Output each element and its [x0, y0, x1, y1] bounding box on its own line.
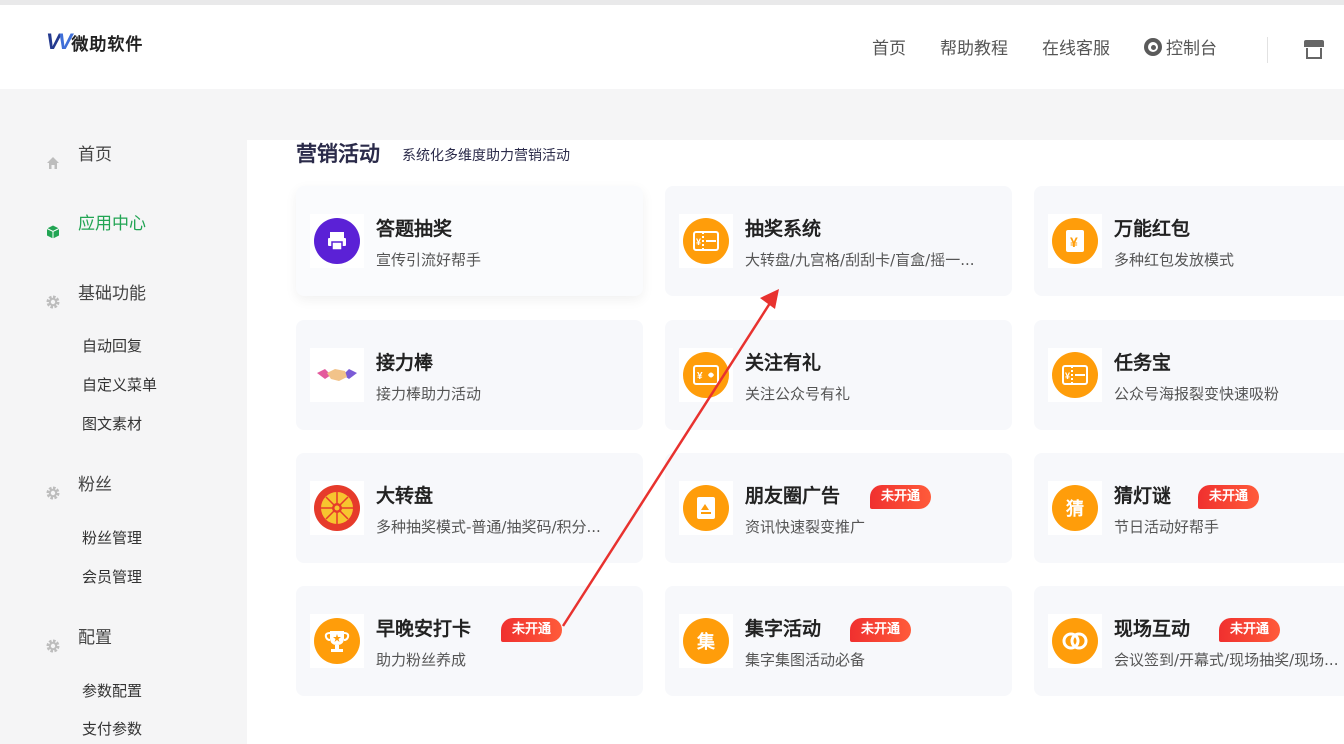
ticket-icon: ¥: [683, 218, 729, 264]
nav-console[interactable]: 控制台: [1144, 34, 1217, 59]
svg-text:¥: ¥: [1070, 234, 1078, 250]
sidebar-basic-label: 基础功能: [78, 283, 146, 304]
app-name: 集字活动: [745, 618, 822, 640]
app-desc: 集字集图活动必备: [745, 651, 866, 669]
store-icon[interactable]: [1304, 40, 1324, 59]
nav-console-label: 控制台: [1166, 39, 1217, 59]
sidebar-item-member-manage[interactable]: 会员管理: [82, 566, 142, 587]
nav-help[interactable]: 帮助教程: [940, 34, 1008, 59]
gift-card-icon: ¥: [683, 352, 729, 398]
app-desc: 多种红包发放模式: [1114, 251, 1235, 269]
app-card-collect-words[interactable]: 集 集字活动 集字集图活动必备 未开通: [665, 586, 1012, 696]
app-desc: 节日活动好帮手: [1114, 518, 1220, 536]
app-desc: 宣传引流好帮手: [376, 251, 482, 269]
app-name: 大转盘: [376, 485, 434, 507]
dashboard-icon: [1144, 37, 1162, 56]
sidebar-item-custom-menu[interactable]: 自定义菜单: [82, 374, 157, 395]
app-name: 任务宝: [1114, 352, 1172, 374]
app-name: 猜灯谜: [1114, 485, 1172, 507]
app-name: 早晚安打卡: [376, 618, 472, 640]
section-title: 营销活动: [296, 142, 380, 166]
status-badge: 未开通: [1219, 618, 1281, 642]
app-desc: 接力棒助力活动: [376, 385, 482, 403]
svg-text:¥: ¥: [1065, 371, 1070, 381]
top-nav: 首页 帮助教程 在线客服 控制台: [872, 34, 1217, 59]
app-card-checkin[interactable]: 早晚安打卡 助力粉丝养成 未开通: [296, 586, 643, 696]
collect-glyph: 集: [697, 632, 715, 653]
sidebar-app-center-label: 应用中心: [78, 213, 146, 234]
app-desc: 大转盘/九宫格/刮刮卡/盲盒/摇一...: [745, 251, 975, 269]
sidebar-item-payment[interactable]: 支付参数: [82, 718, 142, 739]
app-card-red-packet[interactable]: ¥ 万能红包 多种红包发放模式: [1034, 186, 1344, 296]
nav-divider: [1267, 37, 1268, 63]
app-name: 关注有礼: [745, 352, 822, 374]
wheel-icon: [314, 485, 360, 531]
handshake-icon: [314, 352, 360, 398]
sidebar-fans-label: 粉丝: [78, 474, 112, 495]
app-card-follow-gift[interactable]: ¥ 关注有礼 关注公众号有礼: [665, 320, 1012, 430]
app-card-riddle[interactable]: 猜 猜灯谜 节日活动好帮手 未开通: [1034, 453, 1344, 563]
app-desc: 公众号海报裂变快速吸粉: [1114, 385, 1280, 403]
red-packet-icon: ¥: [1052, 218, 1098, 264]
main-content: 营销活动 系统化多维度助力营销活动 答题抽奖 宣传引流好帮手 ¥ 抽奖系统 大转…: [247, 140, 1344, 744]
app-card-task-treasure[interactable]: ¥ 任务宝 公众号海报裂变快速吸粉: [1034, 320, 1344, 430]
app-name: 朋友圈广告: [745, 485, 841, 507]
app-desc: 会议签到/开幕式/现场抽奖/现场...: [1114, 651, 1339, 669]
sidebar-config-label: 配置: [78, 627, 112, 648]
sidebar-item-params[interactable]: 参数配置: [82, 680, 142, 701]
app-name: 接力棒: [376, 352, 434, 374]
sidebar-item-media[interactable]: 图文素材: [82, 413, 142, 434]
logo[interactable]: VV 微助软件: [46, 29, 143, 55]
app-name: 现场互动: [1114, 618, 1191, 640]
status-badge: 未开通: [501, 618, 563, 642]
gear-icon: [46, 639, 60, 653]
app-desc: 助力粉丝养成: [376, 651, 467, 669]
trophy-icon: [314, 618, 360, 664]
svg-text:¥: ¥: [696, 237, 701, 247]
sidebar: 首页 应用中心 基础功能 自动回复 自定义菜单 图文素材 粉丝 粉丝管理 会员管…: [0, 140, 247, 744]
gear-icon: [46, 486, 60, 500]
app-card-moments-ad[interactable]: 朋友圈广告 资讯快速裂变推广 未开通: [665, 453, 1012, 563]
gear-icon: [46, 295, 60, 309]
status-badge: 未开通: [850, 618, 912, 642]
nav-home[interactable]: 首页: [872, 34, 906, 59]
app-card-quiz-lottery[interactable]: 答题抽奖 宣传引流好帮手: [296, 186, 643, 296]
riddle-icon: 猜: [1052, 485, 1098, 531]
logo-text: 微助软件: [71, 34, 144, 55]
app-name: 答题抽奖: [376, 218, 453, 240]
section-subtitle: 系统化多维度助力营销活动: [402, 148, 570, 164]
printer-icon: [314, 218, 360, 264]
app-desc: 多种抽奖模式-普通/抽奖码/积分...: [376, 518, 601, 536]
svg-text:¥: ¥: [697, 371, 703, 382]
link-icon: [1052, 618, 1098, 664]
app-name: 万能红包: [1114, 218, 1191, 240]
ticket-icon: ¥: [1052, 352, 1098, 398]
app-desc: 资讯快速裂变推广: [745, 518, 866, 536]
sidebar-item-fans-manage[interactable]: 粉丝管理: [82, 527, 142, 548]
poster-icon: [683, 485, 729, 531]
collect-icon: 集: [683, 618, 729, 664]
app-card-live-interact[interactable]: 现场互动 会议签到/开幕式/现场抽奖/现场... 未开通: [1034, 586, 1344, 696]
home-icon: [47, 157, 59, 169]
sidebar-item-auto-reply[interactable]: 自动回复: [82, 335, 142, 356]
cube-icon: [46, 225, 60, 239]
status-badge: 未开通: [1198, 485, 1260, 509]
app-card-wheel[interactable]: 大转盘 多种抽奖模式-普通/抽奖码/积分...: [296, 453, 643, 563]
app-card-relay[interactable]: 接力棒 接力棒助力活动: [296, 320, 643, 430]
logo-mark-icon: VV: [46, 29, 72, 54]
status-badge: 未开通: [870, 485, 932, 509]
app-card-lottery-system[interactable]: ¥ 抽奖系统 大转盘/九宫格/刮刮卡/盲盒/摇一...: [665, 186, 1012, 296]
app-desc: 关注公众号有礼: [745, 385, 851, 403]
sidebar-home-label: 首页: [78, 144, 112, 165]
riddle-glyph: 猜: [1066, 499, 1084, 520]
app-name: 抽奖系统: [745, 218, 822, 240]
nav-support[interactable]: 在线客服: [1042, 34, 1110, 59]
